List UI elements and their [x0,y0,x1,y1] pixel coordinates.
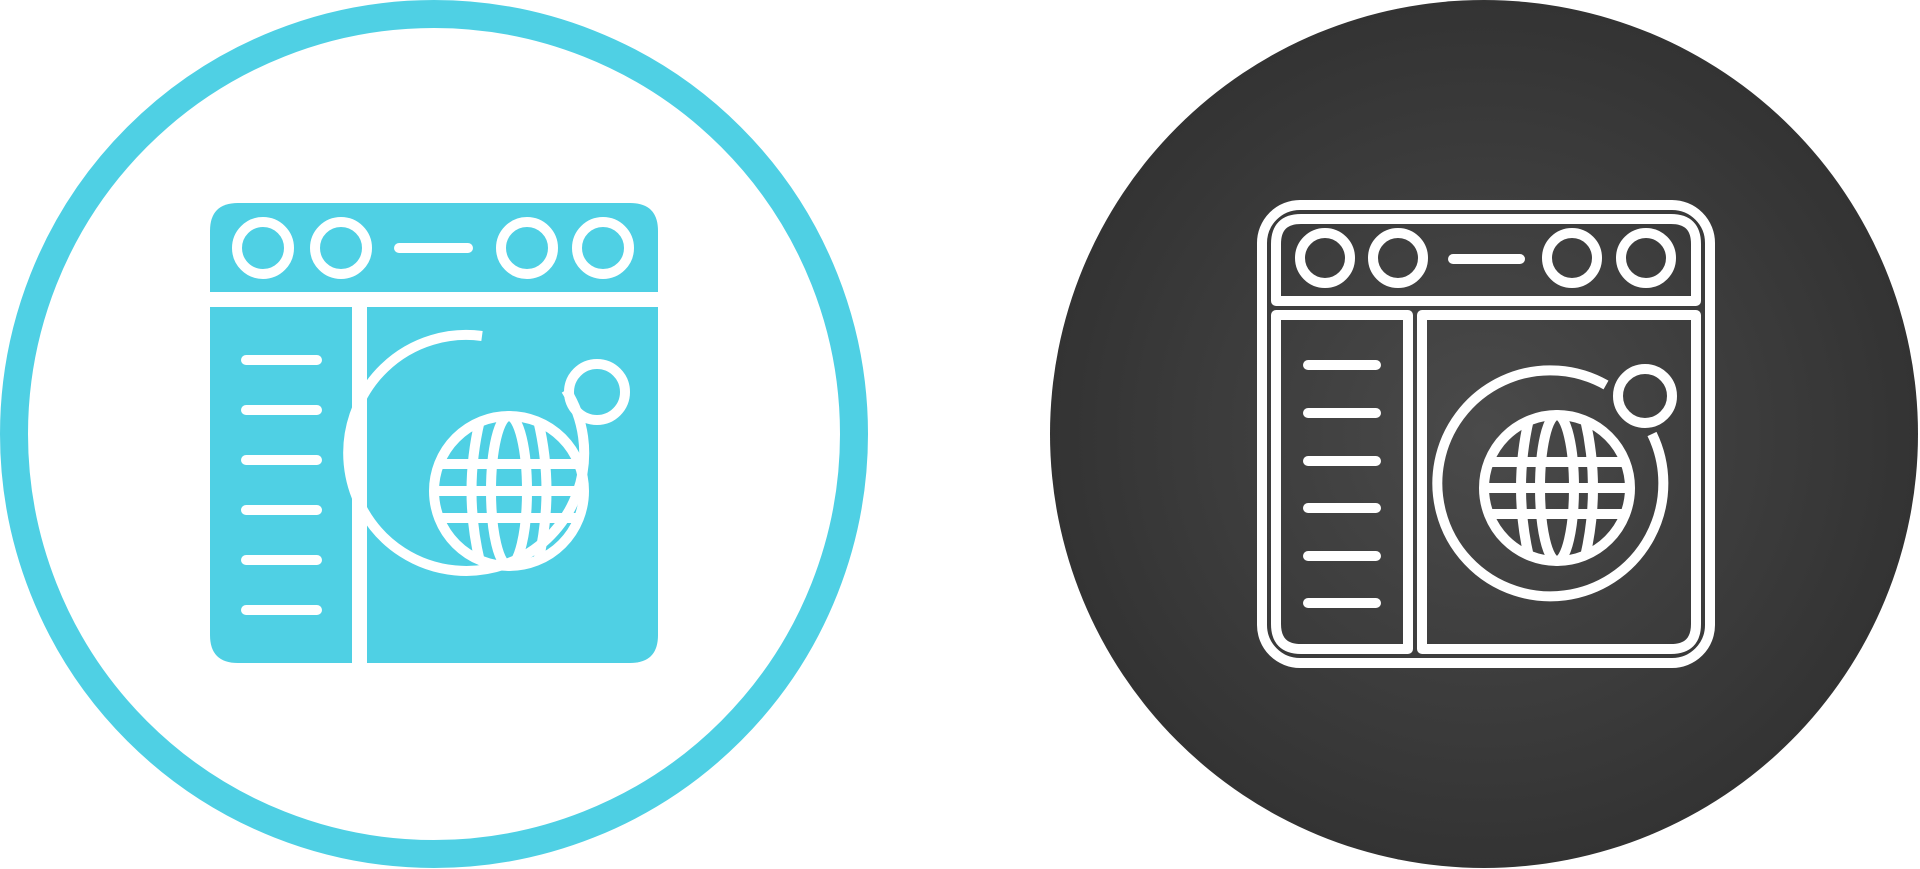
icon-pair-svg [0,0,1918,868]
browser-globe-glyph-icon [0,0,868,868]
icon-pair-canvas [0,0,1920,869]
browser-globe-outline-icon [1050,0,1918,868]
right-dark-circle [1050,0,1918,868]
glyph-main-panel [367,307,658,663]
